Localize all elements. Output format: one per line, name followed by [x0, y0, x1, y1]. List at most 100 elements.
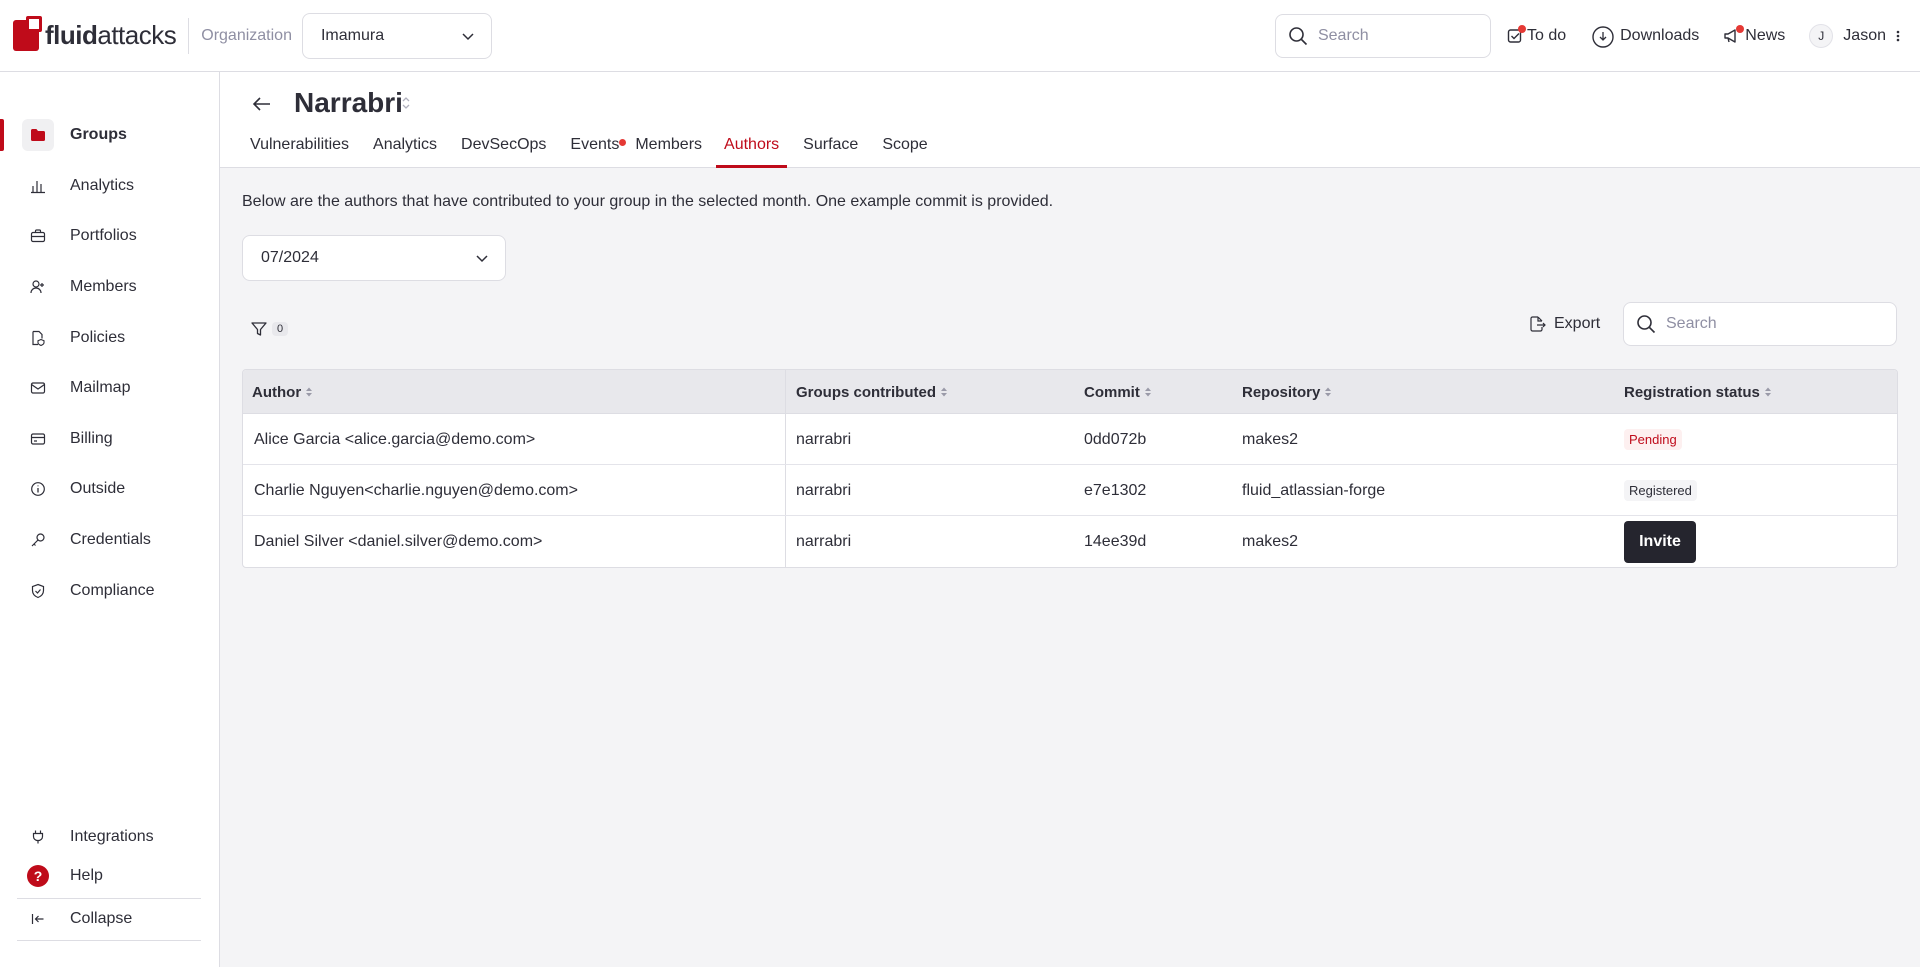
sidebar: Groups Analytics Portfolios Members Poli… [0, 72, 220, 967]
status-badge: Pending [1624, 429, 1682, 450]
status-cell: Pending [1624, 414, 1682, 465]
author-cell: Daniel Silver <daniel.silver@demo.com> [254, 532, 543, 550]
sidebar-item-billing[interactable]: Billing [0, 419, 219, 459]
column-label: Registration status [1624, 383, 1760, 401]
column-header-groups-contributed[interactable]: Groups contributed [796, 370, 949, 414]
sidebar-item-label: Integrations [70, 828, 154, 845]
sidebar-item-label: Outside [70, 480, 126, 497]
policy-icon [32, 330, 45, 346]
sidebar-item-label: Help [70, 867, 103, 884]
sort-icon [1325, 387, 1332, 397]
news-label: News [1745, 27, 1786, 44]
author-cell: Charlie Nguyen<charlie.nguyen@demo.com> [254, 481, 578, 499]
sidebar-item-label: Portfolios [70, 227, 137, 244]
group-header: Narrabri Vulnerabilities Analytics DevSe… [220, 72, 1920, 168]
key-icon [31, 533, 45, 547]
filter-button[interactable]: 0 [250, 320, 289, 338]
column-divider [785, 465, 786, 515]
tab-authors[interactable]: Authors [716, 136, 788, 168]
repository-cell: makes2 [1242, 430, 1299, 448]
news-button[interactable]: News [1723, 25, 1786, 45]
sort-icon [1764, 387, 1771, 397]
fluid-attacks-logo[interactable]: fluidattacks [13, 16, 177, 56]
back-button[interactable] [250, 92, 274, 116]
column-label: Author [252, 383, 302, 401]
organization-select[interactable]: Imamura [301, 12, 492, 59]
author-cell: Alice Garcia <alice.garcia@demo.com> [254, 430, 536, 448]
sidebar-item-analytics[interactable]: Analytics [0, 166, 219, 206]
sidebar-item-label: Collapse [70, 910, 133, 927]
tab-devsecops[interactable]: DevSecOps [461, 136, 546, 168]
help-icon: ? [27, 865, 49, 887]
todo-label: To do [1526, 27, 1567, 44]
logo-text-rest: attacks [97, 20, 177, 50]
column-label: Groups contributed [796, 383, 936, 401]
column-divider [785, 414, 786, 464]
tab-surface[interactable]: Surface [803, 136, 858, 168]
sidebar-item-help[interactable]: ? Help [0, 856, 219, 896]
global-search-placeholder: Search [1317, 27, 1369, 44]
credit-card-icon [30, 433, 46, 445]
bar-chart-icon [31, 181, 45, 194]
table-row[interactable]: Alice Garcia <alice.garcia@demo.com> nar… [243, 414, 1897, 465]
sidebar-item-members[interactable]: Members [0, 267, 219, 307]
column-divider [785, 516, 786, 567]
notification-dot [619, 139, 627, 146]
divider [17, 940, 201, 941]
column-header-registration-status[interactable]: Registration status [1624, 370, 1773, 414]
authors-description: Below are the authors that have contribu… [242, 193, 1054, 210]
downloads-button[interactable]: Downloads [1590, 23, 1699, 49]
sort-icon [941, 387, 947, 397]
sort-icon [306, 387, 313, 397]
tab-analytics[interactable]: Analytics [373, 136, 437, 168]
sidebar-item-groups[interactable]: Groups [0, 115, 219, 155]
user-plus-icon [30, 280, 44, 294]
folder-icon [31, 129, 45, 141]
invite-button[interactable]: Invite [1624, 520, 1696, 563]
tab-members[interactable]: Members [635, 136, 702, 168]
sidebar-item-mailmap[interactable]: Mailmap [0, 368, 219, 408]
main-content: Narrabri Vulnerabilities Analytics DevSe… [220, 72, 1920, 967]
tab-vulnerabilities[interactable]: Vulnerabilities [250, 136, 349, 168]
sidebar-item-label: Billing [70, 430, 113, 447]
arrow-left-icon [252, 97, 270, 111]
sidebar-item-label: Analytics [70, 177, 135, 194]
sidebar-item-outside[interactable]: Outside [0, 469, 219, 509]
table-row[interactable]: Daniel Silver <daniel.silver@demo.com> n… [243, 516, 1897, 567]
user-menu[interactable]: J Jason [1809, 24, 1900, 48]
sidebar-collapse-button[interactable]: Collapse [0, 899, 219, 939]
sidebar-item-policies[interactable]: Policies [0, 318, 219, 358]
column-header-commit[interactable]: Commit [1084, 370, 1153, 414]
table-row[interactable]: Charlie Nguyen<charlie.nguyen@demo.com> … [243, 465, 1897, 516]
global-search-input[interactable]: Search [1274, 14, 1491, 58]
sidebar-item-credentials[interactable]: Credentials [0, 520, 219, 560]
sidebar-item-portfolios[interactable]: Portfolios [0, 216, 219, 256]
tab-scope[interactable]: Scope [882, 136, 927, 168]
export-button[interactable]: Export [1528, 315, 1600, 333]
table-search-placeholder: Search [1666, 315, 1717, 332]
export-label: Export [1554, 315, 1601, 332]
sidebar-item-label: Mailmap [70, 379, 131, 396]
page-title: Narrabri [294, 87, 403, 118]
tab-label: Events [570, 136, 620, 153]
month-select[interactable]: 07/2024 [242, 235, 506, 281]
table-search-input[interactable]: Search [1623, 302, 1897, 346]
column-header-author[interactable]: Author [252, 370, 314, 414]
groups-cell: narrabri [796, 481, 852, 499]
repository-cell: makes2 [1242, 532, 1299, 550]
column-label: Repository [1242, 383, 1321, 401]
group-switcher[interactable] [401, 96, 411, 115]
todo-button[interactable]: To do [1507, 25, 1567, 45]
commit-cell: 0dd072b [1084, 430, 1147, 448]
tab-events[interactable]: Events [570, 136, 627, 168]
briefcase-icon [30, 229, 46, 243]
info-icon [31, 482, 45, 496]
sidebar-item-label: Policies [70, 329, 126, 346]
status-badge: Registered [1624, 480, 1697, 501]
column-header-repository[interactable]: Repository [1242, 370, 1333, 414]
user-name: Jason [1843, 27, 1886, 44]
sidebar-item-integrations[interactable]: Integrations [0, 817, 219, 857]
sidebar-item-compliance[interactable]: Compliance [0, 571, 219, 611]
organization-label: Organization [201, 26, 292, 44]
authors-table: Author Groups contributed Commit Reposit… [242, 369, 1898, 568]
